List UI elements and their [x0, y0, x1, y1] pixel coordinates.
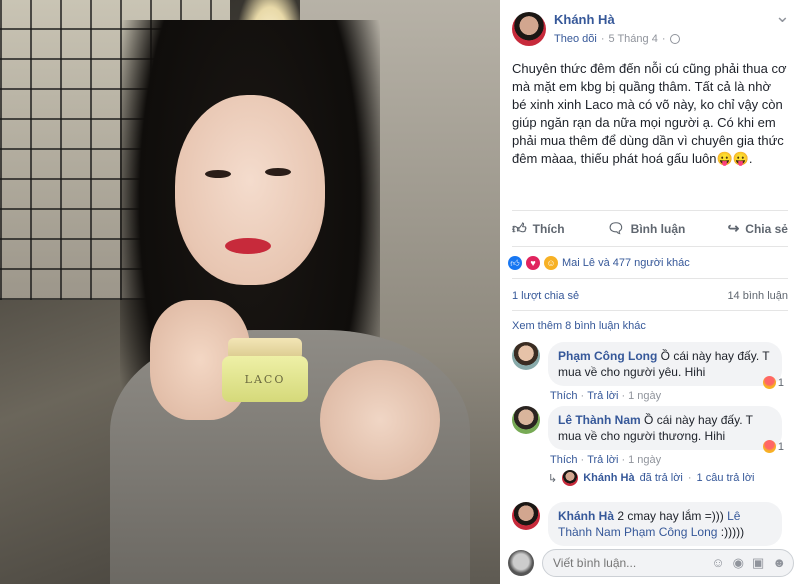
comment-bubble: Lê Thành Nam Ồ cái này hay đấy. T mua về…: [548, 406, 782, 450]
post-text: Chuyên thức đêm đến nỗi cú cũng phải thu…: [512, 61, 787, 166]
reaction-summary[interactable]: 👍︎ ♥ ☺ Mai Lê và 477 người khác: [508, 256, 690, 270]
comment-reply-link[interactable]: Trả lời: [587, 390, 618, 402]
product-jar: LACO: [222, 338, 308, 402]
globe-icon: [669, 34, 680, 44]
reply-count: 1 câu trả lời: [696, 472, 755, 484]
shares-count[interactable]: 1 lượt chia sẻ: [512, 290, 579, 302]
meta-separator: ·: [600, 33, 605, 45]
comment-time[interactable]: 1 ngày: [628, 390, 661, 402]
haha-reaction-icon: ☺: [544, 256, 558, 270]
divider-stats: [512, 310, 788, 311]
emoji-icon[interactable]: ☺: [711, 555, 724, 571]
post-photo[interactable]: LACO: [0, 0, 500, 584]
author-name[interactable]: Khánh Hà: [554, 12, 680, 27]
like-button[interactable]: 👍︎ Thích: [512, 220, 565, 237]
divider-mid: [512, 246, 788, 247]
viewer-avatar: [508, 550, 534, 576]
commenter-name[interactable]: Khánh Hà: [558, 509, 614, 523]
like-reaction-icon: 👍︎: [508, 256, 522, 270]
commenter-avatar[interactable]: [512, 502, 540, 530]
thumbs-up-icon: 👍︎: [512, 220, 527, 236]
comment-bubble: Phạm Công Long Ồ cái này hay đấy. T mua …: [548, 342, 782, 386]
comment-text: 2 cmay hay lắm =))): [617, 509, 724, 523]
meta-separator-2: ·: [661, 33, 666, 45]
share-button[interactable]: ↪ Chia sẻ: [728, 220, 788, 237]
comment-like-link[interactable]: Thích: [550, 454, 578, 466]
gif-icon[interactable]: ▣: [752, 555, 764, 571]
reply-summary[interactable]: ↳ Khánh Hà đã trả lời · 1 câu trả lời: [548, 470, 755, 486]
comment-reply-link[interactable]: Trả lời: [587, 454, 618, 466]
jar-pot: LACO: [222, 356, 308, 402]
commenter-name[interactable]: Phạm Công Long: [558, 349, 657, 363]
view-more-comments-link[interactable]: Xem thêm 8 bình luận khác: [512, 320, 646, 332]
comment-reaction-count: 1: [777, 440, 784, 453]
more-options-icon[interactable]: ⌄: [775, 6, 790, 27]
reply-action: đã trả lời: [639, 472, 683, 484]
angry-reaction-icon: [762, 376, 776, 389]
comment-composer: ☺ ◉ ▣ ☻: [508, 548, 794, 578]
camera-icon[interactable]: ◉: [733, 555, 744, 571]
comment-reaction[interactable]: 1: [762, 376, 784, 389]
shoulder: [320, 360, 440, 480]
divider-top: [512, 210, 788, 211]
left-eye: [205, 170, 231, 178]
like-label: Thích: [532, 221, 565, 236]
commenter-name[interactable]: Lê Thành Nam: [558, 413, 641, 427]
post-header: Khánh Hà Theo dõi · 5 Tháng 4 ·: [512, 12, 680, 46]
reaction-summary-text: Mai Lê và 477 người khác: [562, 257, 690, 269]
jar-brand-label: LACO: [244, 372, 286, 386]
face: [175, 95, 325, 285]
share-icon: ↪: [727, 220, 740, 236]
comment-meta: Thích · Trả lời · 1 ngày: [550, 390, 662, 402]
commenter-avatar[interactable]: [512, 406, 540, 434]
comment-text-after: :))))): [720, 525, 745, 539]
comment-button[interactable]: 🗨︎ Bình luận: [607, 220, 685, 237]
lips: [225, 238, 271, 254]
comment-bubble: Khánh Hà 2 cmay hay lắm =))) Lê Thành Na…: [548, 502, 782, 546]
comment-like-link[interactable]: Thích: [550, 390, 578, 402]
comment-icon: 🗨︎: [606, 220, 625, 236]
author-avatar[interactable]: [512, 12, 546, 46]
replier-name: Khánh Hà: [583, 472, 635, 484]
composer-icons: ☺ ◉ ▣ ☻: [711, 555, 786, 571]
comment-item: Khánh Hà 2 cmay hay lắm =))) Lê Thành Na…: [512, 502, 782, 546]
comment-reaction-count: 1: [777, 376, 784, 389]
sticker-icon[interactable]: ☻: [772, 555, 786, 571]
comment-meta: Thích · Trả lời · 1 ngày: [550, 454, 662, 466]
comment-label: Bình luận: [630, 221, 686, 236]
divider-reacts: [512, 278, 788, 279]
commenter-avatar[interactable]: [512, 342, 540, 370]
reply-dot: ·: [687, 472, 692, 484]
replier-avatar: [562, 470, 579, 486]
post-stats: 1 lượt chia sẻ 14 bình luận: [512, 290, 788, 302]
post-actions: 👍︎ Thích 🗨︎ Bình luận ↪ Chia sẻ: [512, 220, 788, 237]
comment-item: Lê Thành Nam Ồ cái này hay đấy. T mua về…: [512, 406, 784, 466]
comment-reaction[interactable]: 1: [762, 440, 784, 453]
post-meta: Theo dõi · 5 Tháng 4 ·: [554, 33, 680, 45]
comment-item: Phạm Công Long Ồ cái này hay đấy. T mua …: [512, 342, 784, 402]
post-panel: ⌄ Khánh Hà Theo dõi · 5 Tháng 4 · Chuyên…: [500, 0, 800, 584]
follow-link[interactable]: Theo dõi: [554, 33, 597, 45]
comments-count[interactable]: 14 bình luận: [727, 290, 788, 302]
post-date[interactable]: 5 Tháng 4: [608, 33, 657, 45]
right-eye: [265, 168, 291, 176]
reply-arrow-icon: ↳: [548, 472, 558, 485]
love-reaction-icon: ♥: [526, 256, 540, 270]
share-label: Chia sẻ: [745, 221, 788, 236]
angry-reaction-icon: [762, 440, 776, 453]
comment-time[interactable]: 1 ngày: [628, 454, 661, 466]
